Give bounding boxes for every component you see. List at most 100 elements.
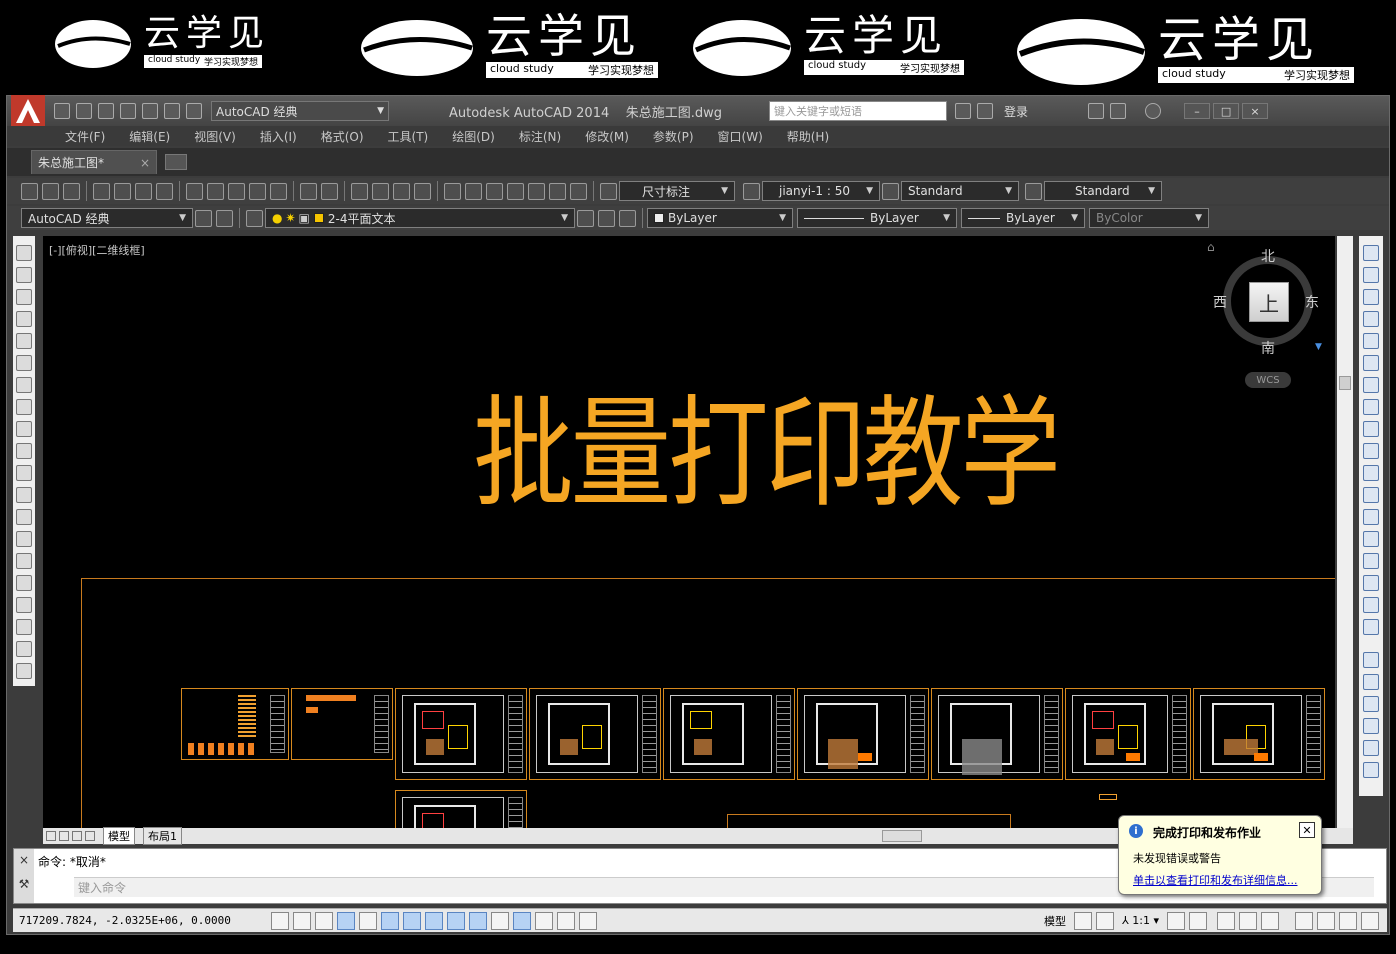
close-icon[interactable]: × bbox=[140, 156, 150, 170]
customize-icon[interactable] bbox=[216, 209, 233, 227]
model-space-toggle[interactable]: 模型 bbox=[1044, 913, 1066, 929]
gradient-icon[interactable] bbox=[16, 575, 32, 591]
table-style-icon[interactable] bbox=[882, 182, 899, 200]
workspace-switching-icon[interactable] bbox=[1217, 911, 1235, 930]
quick-properties-icon[interactable] bbox=[535, 911, 553, 930]
object-snap-tracking-icon[interactable] bbox=[425, 911, 443, 930]
scale-icon[interactable] bbox=[1363, 399, 1379, 415]
hardware-acceleration-icon[interactable] bbox=[1261, 911, 1279, 930]
insert-block-icon[interactable] bbox=[16, 487, 32, 503]
fillet-icon[interactable] bbox=[1363, 575, 1379, 591]
object-snap-icon[interactable] bbox=[381, 911, 399, 930]
ellipse-icon[interactable] bbox=[16, 443, 32, 459]
layer-select[interactable]: ● ✷ ▣ 2-4平面文本 ▼ bbox=[265, 208, 575, 228]
plot-icon[interactable] bbox=[93, 182, 110, 200]
copy-icon[interactable] bbox=[207, 182, 224, 200]
hatch-icon[interactable] bbox=[16, 553, 32, 569]
chevron-down-icon[interactable]: ▼ bbox=[1315, 342, 1322, 352]
plot-preview-icon[interactable] bbox=[114, 182, 131, 200]
array-icon[interactable] bbox=[1363, 333, 1379, 349]
vertical-scrollbar[interactable] bbox=[1337, 236, 1353, 828]
menu-view[interactable]: 视图(V) bbox=[194, 128, 236, 145]
explode-icon[interactable] bbox=[1363, 619, 1379, 635]
menu-format[interactable]: 格式(O) bbox=[321, 128, 364, 145]
autodesk-360-icon[interactable] bbox=[1110, 103, 1127, 119]
zoom-realtime-icon[interactable] bbox=[372, 182, 389, 200]
trim-icon[interactable] bbox=[1363, 443, 1379, 459]
lightbulb-icon[interactable] bbox=[1339, 911, 1357, 930]
tab-layout1[interactable]: 布局1 bbox=[143, 827, 182, 845]
line-icon[interactable] bbox=[16, 245, 32, 261]
dim-style-icon[interactable] bbox=[743, 182, 760, 200]
new-tab-button[interactable] bbox=[165, 154, 187, 170]
3d-object-snap-icon[interactable] bbox=[403, 911, 421, 930]
viewcube-top-face[interactable]: 上 bbox=[1249, 282, 1289, 322]
compass-east[interactable]: 东 bbox=[1305, 292, 1319, 312]
menu-file[interactable]: 文件(F) bbox=[65, 128, 105, 145]
tab-model[interactable]: 模型 bbox=[103, 827, 135, 845]
blend-curves-icon[interactable] bbox=[1363, 597, 1379, 613]
help-icon[interactable] bbox=[570, 182, 587, 200]
new-file-icon[interactable] bbox=[54, 103, 70, 119]
text-style-select[interactable]: Standard ▼ bbox=[901, 181, 1019, 201]
doc-tab-drawing[interactable]: 朱总施工图* × bbox=[31, 150, 157, 174]
quick-view-drawings-icon[interactable] bbox=[1096, 911, 1115, 930]
infer-constraints-icon[interactable] bbox=[271, 911, 289, 930]
construction-line-icon[interactable] bbox=[16, 267, 32, 283]
block-editor-icon[interactable] bbox=[270, 182, 287, 200]
rectangle-icon[interactable] bbox=[16, 333, 32, 349]
horizontal-scrollbar[interactable] bbox=[882, 830, 922, 842]
open-file-icon[interactable] bbox=[76, 103, 92, 119]
coordinates-readout[interactable]: 717209.7824, -2.0325E+06, 0.0000 bbox=[13, 914, 269, 927]
plot-publish-notification[interactable]: i 完成打印和发布作业 ✕ 未发现错误或警告 单击以查看打印和发布详细信息... bbox=[1118, 815, 1322, 895]
quickcalc-icon[interactable] bbox=[549, 182, 566, 200]
viewport-label[interactable]: [-][俯视][二维线框] bbox=[49, 242, 145, 258]
add-selected-icon[interactable] bbox=[16, 663, 32, 679]
tool-palettes-icon[interactable] bbox=[486, 182, 503, 200]
help-search-input[interactable]: 键入关键字或短语 bbox=[769, 101, 947, 121]
lineweight-icon[interactable] bbox=[491, 911, 509, 930]
plotstyle-select[interactable]: ByColor ▼ bbox=[1089, 208, 1209, 228]
zoom-previous-icon[interactable] bbox=[414, 182, 431, 200]
exchange-icon[interactable] bbox=[1088, 103, 1105, 119]
point-icon[interactable] bbox=[16, 531, 32, 547]
menu-draw[interactable]: 绘图(D) bbox=[452, 128, 495, 145]
toolbar-lock-icon[interactable] bbox=[1239, 911, 1257, 930]
workspace-settings-icon[interactable] bbox=[195, 209, 212, 227]
ortho-icon[interactable] bbox=[337, 911, 355, 930]
dimension-scale-select[interactable]: jianyi-1 : 50 ▼ bbox=[762, 181, 880, 201]
plot-status-icon[interactable] bbox=[1317, 911, 1335, 930]
minimize-button[interactable]: – bbox=[1184, 103, 1211, 119]
spline-icon[interactable] bbox=[16, 421, 32, 437]
color-select[interactable]: ByLayer ▼ bbox=[647, 208, 793, 228]
paste-icon[interactable] bbox=[228, 182, 245, 200]
table-style-select[interactable]: Standard ▼ bbox=[1044, 181, 1162, 201]
tab-first-icon[interactable] bbox=[46, 831, 56, 841]
region-icon[interactable] bbox=[16, 597, 32, 613]
home-icon[interactable]: ⌂ bbox=[1207, 240, 1215, 254]
move-icon[interactable] bbox=[1363, 355, 1379, 371]
tab-next-icon[interactable] bbox=[72, 831, 82, 841]
sheet-set-icon[interactable] bbox=[507, 182, 524, 200]
ellipse-arc-icon[interactable] bbox=[16, 465, 32, 481]
tab-prev-icon[interactable] bbox=[59, 831, 69, 841]
close-icon[interactable]: × bbox=[14, 853, 34, 867]
arc-icon[interactable] bbox=[16, 355, 32, 371]
notification-details-link[interactable]: 单击以查看打印和发布详细信息... bbox=[1133, 872, 1298, 888]
linetype-select[interactable]: ByLayer ▼ bbox=[797, 208, 957, 228]
menu-insert[interactable]: 插入(I) bbox=[260, 128, 297, 145]
hatch-back-icon[interactable] bbox=[1363, 762, 1379, 778]
undo-icon[interactable] bbox=[164, 103, 180, 119]
layer-state-icon[interactable] bbox=[619, 209, 636, 227]
menu-window[interactable]: 窗口(W) bbox=[718, 128, 763, 145]
wcs-menu[interactable]: WCS bbox=[1245, 372, 1291, 388]
menu-parametric[interactable]: 参数(P) bbox=[653, 128, 694, 145]
3d-print-icon[interactable] bbox=[156, 182, 173, 200]
cut-icon[interactable] bbox=[186, 182, 203, 200]
polyline-icon[interactable] bbox=[16, 289, 32, 305]
save-as-icon[interactable] bbox=[120, 103, 136, 119]
menu-edit[interactable]: 编辑(E) bbox=[129, 128, 170, 145]
dimension-style-select[interactable]: 尺寸标注 ▼ bbox=[619, 181, 735, 201]
offset-icon[interactable] bbox=[1363, 311, 1379, 327]
drawing-canvas[interactable]: [-][俯视][二维线框] 批量打印教学 ⌂ 北 南 东 西 上 ▼ WCS bbox=[43, 236, 1335, 828]
